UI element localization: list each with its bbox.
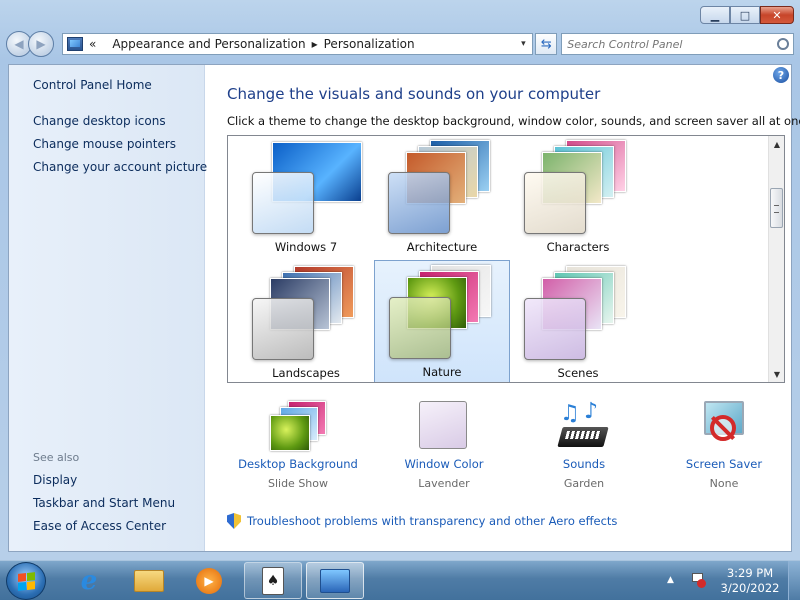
- content-pane: Control Panel Home Change desktop icons …: [8, 64, 800, 552]
- refresh-button[interactable]: ⇆: [535, 33, 558, 55]
- page-title: Change the visuals and sounds on your co…: [227, 85, 601, 103]
- control-panel-taskbar-icon: [320, 568, 350, 593]
- troubleshoot-link-row[interactable]: Troubleshoot problems with transparency …: [227, 513, 617, 529]
- clock-date: 3/20/2022: [720, 581, 780, 595]
- start-button[interactable]: [6, 562, 46, 600]
- forward-arrow-icon: ▶: [36, 37, 46, 51]
- theme-label: Scenes: [557, 366, 599, 380]
- address-dropdown-icon[interactable]: ▾: [514, 34, 532, 54]
- theme-label: Nature: [422, 365, 462, 379]
- troubleshoot-aero-link[interactable]: Troubleshoot problems with transparency …: [247, 514, 617, 528]
- action-center-flag-icon[interactable]: [690, 571, 706, 588]
- system-clock[interactable]: 3:29 PM 3/20/2022: [716, 566, 784, 596]
- sidebar-link-mouse-pointers[interactable]: Change mouse pointers: [33, 137, 176, 151]
- caption-buttons: ▁ □ ✕: [700, 6, 794, 24]
- theme-gallery: Windows 7 Architecture Characters Landsc…: [227, 135, 785, 383]
- setting-window-color[interactable]: Window Color Lavender: [379, 401, 509, 490]
- desktop-background-link[interactable]: Desktop Background: [233, 457, 363, 471]
- setting-sounds[interactable]: ♫ ♪ Sounds Garden: [519, 399, 649, 490]
- search-icon[interactable]: [777, 38, 789, 50]
- breadcrumb-separator-icon[interactable]: ▸: [312, 37, 318, 51]
- theme-label: Landscapes: [272, 366, 340, 380]
- window-color-swatch: [252, 172, 314, 234]
- media-player-icon: ▶: [196, 567, 222, 594]
- solitaire-card-icon: ♠: [262, 566, 284, 595]
- search-box[interactable]: [561, 33, 794, 55]
- task-sidebar: Control Panel Home Change desktop icons …: [9, 65, 207, 551]
- taskbar-internet-explorer[interactable]: e: [60, 562, 118, 599]
- sounds-value: Garden: [563, 477, 605, 490]
- window-color-swatch: [252, 298, 314, 360]
- setting-desktop-background[interactable]: Desktop Background Slide Show: [233, 401, 363, 490]
- window-color-swatch: [389, 297, 451, 359]
- theme-windows-7[interactable]: Windows 7: [238, 136, 374, 260]
- maximize-button[interactable]: □: [730, 6, 760, 24]
- sidebar-link-account-picture[interactable]: Change your account picture: [33, 160, 207, 174]
- theme-characters[interactable]: Characters: [510, 136, 646, 260]
- page-subtitle: Click a theme to change the desktop back…: [227, 114, 800, 128]
- desktop-background-icon: [270, 401, 326, 451]
- screen-saver-link[interactable]: Screen Saver: [659, 457, 789, 471]
- nav-buttons: ◀ ▶: [6, 31, 54, 57]
- address-bar[interactable]: « Appearance and Personalization ▸ Perso…: [62, 33, 534, 55]
- screen-saver-icon: [696, 401, 752, 451]
- internet-explorer-icon: e: [80, 565, 98, 596]
- see-also-display[interactable]: Display: [33, 473, 77, 487]
- breadcrumb-personalization[interactable]: Personalization: [324, 37, 415, 51]
- window-color-swatch: [388, 172, 450, 234]
- minimize-button[interactable]: ▁: [700, 6, 730, 24]
- navigation-bar: ◀ ▶ « Appearance and Personalization ▸ P…: [6, 30, 794, 58]
- see-also-heading: See also: [33, 451, 80, 464]
- help-icon[interactable]: ?: [773, 67, 789, 83]
- windows-logo-icon: [17, 571, 35, 591]
- sounds-link[interactable]: Sounds: [519, 457, 649, 471]
- clock-time: 3:29 PM: [726, 566, 774, 580]
- theme-architecture[interactable]: Architecture: [374, 136, 510, 260]
- screen-saver-value: None: [709, 477, 739, 490]
- forward-button[interactable]: ▶: [28, 31, 54, 57]
- theme-scenes[interactable]: Scenes: [510, 262, 646, 382]
- breadcrumb-overflow[interactable]: «: [89, 37, 96, 51]
- breadcrumb-appearance[interactable]: Appearance and Personalization: [112, 37, 305, 51]
- main-panel: ? Change the visuals and sounds on your …: [205, 65, 800, 551]
- scroll-up-icon[interactable]: ▲: [769, 136, 784, 152]
- taskbar-control-panel[interactable]: [306, 562, 364, 599]
- scroll-down-icon[interactable]: ▼: [769, 366, 784, 382]
- search-input[interactable]: [567, 37, 768, 51]
- see-also-ease-of-access[interactable]: Ease of Access Center: [33, 519, 166, 533]
- taskbar-solitaire[interactable]: ♠: [244, 562, 302, 599]
- theme-label: Architecture: [406, 240, 478, 254]
- sidebar-link-control-panel-home[interactable]: Control Panel Home: [33, 78, 152, 92]
- close-button[interactable]: ✕: [760, 6, 794, 24]
- taskbar: e ▶ ♠ ▲ 3:29 PM 3/20/2022: [0, 560, 800, 600]
- theme-landscapes[interactable]: Landscapes: [238, 262, 374, 382]
- desktop-background-value: Slide Show: [267, 477, 329, 490]
- window-color-swatch: [524, 172, 586, 234]
- see-also-taskbar[interactable]: Taskbar and Start Menu: [33, 496, 175, 510]
- control-panel-icon: [67, 37, 83, 51]
- show-hidden-icons-icon[interactable]: ▲: [667, 575, 674, 585]
- scroll-thumb[interactable]: [770, 188, 783, 228]
- back-arrow-icon: ◀: [14, 37, 24, 51]
- theme-label: Characters: [546, 240, 610, 254]
- taskbar-media-player[interactable]: ▶: [180, 562, 238, 599]
- sounds-icon: ♫ ♪: [556, 399, 612, 451]
- window-color-swatch: [524, 298, 586, 360]
- theme-gallery-scrollbar[interactable]: ▲ ▼: [768, 136, 784, 382]
- window-color-link[interactable]: Window Color: [379, 457, 509, 471]
- theme-label: Windows 7: [274, 240, 338, 254]
- theme-nature[interactable]: Nature: [374, 260, 510, 382]
- control-panel-window: ▁ □ ✕ ◀ ▶ « Appearance and Personalizati…: [0, 0, 800, 560]
- folder-icon: [134, 569, 164, 592]
- window-color-icon: [416, 401, 472, 451]
- taskbar-windows-explorer[interactable]: [120, 562, 178, 599]
- sidebar-link-desktop-icons[interactable]: Change desktop icons: [33, 114, 166, 128]
- show-desktop-button[interactable]: [788, 561, 800, 600]
- setting-screen-saver[interactable]: Screen Saver None: [659, 401, 789, 490]
- uac-shield-icon: [227, 513, 241, 529]
- window-color-value: Lavender: [418, 477, 470, 490]
